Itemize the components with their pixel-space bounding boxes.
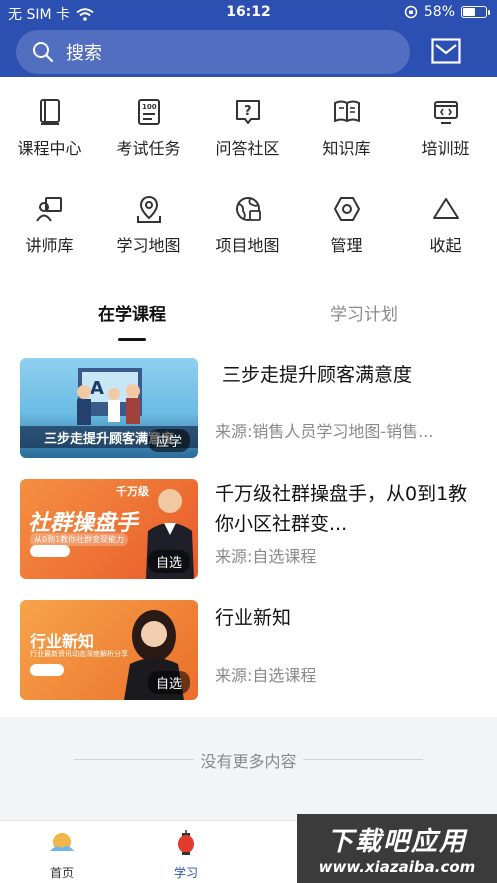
- grid-item-knowledge-base[interactable]: 知识库: [297, 77, 396, 167]
- battery-percent: 58%: [423, 4, 455, 20]
- list-end-indicator: 没有更多内容: [0, 717, 497, 802]
- search-bar[interactable]: 搜索: [16, 30, 410, 74]
- course-title: 行业新知: [215, 607, 292, 629]
- course-title: 千万级社群操盘手，从0到1教你小区社群变...: [215, 483, 468, 535]
- course-thumbnail: 行业新知 行业最新资讯动态深度解析分享 自选: [20, 600, 198, 700]
- grid-item-training-class[interactable]: 培训班: [396, 77, 495, 167]
- course-tabs: 在学课程 学习计划: [0, 300, 497, 350]
- watermark-main: 下载吧应用: [326, 827, 467, 857]
- grid-item-label: 学习地图: [116, 236, 181, 255]
- grid-item-project-map[interactable]: 项目地图: [198, 174, 297, 264]
- tab-studying[interactable]: 在学课程: [8, 300, 256, 325]
- grid-item-course-center[interactable]: 课程中心: [0, 77, 99, 167]
- tab-home-label: 首页: [49, 866, 74, 880]
- globe-icon: [235, 197, 261, 221]
- tab-study[interactable]: 学习: [156, 829, 216, 881]
- course-source: 来源:自选课程: [215, 547, 317, 566]
- thumbnail-tag: 从0到1教你社群变现能力: [30, 533, 129, 546]
- tab-study-label: 学习: [173, 866, 198, 880]
- lecturer-icon: [35, 197, 62, 222]
- watermark-logo: 下载吧应用 www.xiazaiba.com: [297, 814, 497, 883]
- grid-item-label: 课程中心: [17, 139, 82, 158]
- question-icon: ?: [235, 100, 260, 124]
- exam-icon: 100: [137, 99, 160, 125]
- orientation-lock-icon: [404, 5, 418, 19]
- grid-item-label: 培训班: [421, 139, 470, 158]
- grid-item-label: 管理: [330, 236, 363, 255]
- grid-item-lecturer-library[interactable]: 讲师库: [0, 174, 99, 264]
- battery-fill: [463, 8, 475, 16]
- map-pin-icon: [136, 195, 161, 223]
- course-source: 来源:销售人员学习地图-销售...: [215, 422, 434, 441]
- triangle-collapse-icon: [432, 198, 459, 219]
- course-badge: 自选: [147, 671, 190, 694]
- active-tab-indicator: [118, 338, 146, 341]
- thumbnail-tag: 行业最新资讯动态深度解析分享: [30, 650, 128, 658]
- app-header: 无 SIM 卡 16:12 58% 搜索: [0, 0, 497, 77]
- hexagon-settings-icon: [333, 197, 360, 221]
- tab-home[interactable]: 首页: [32, 829, 92, 881]
- grid-item-qa-community[interactable]: ? 问答社区: [198, 77, 297, 167]
- grid-item-label: 收起: [429, 236, 462, 255]
- search-icon: [33, 42, 54, 63]
- grid-item-label: 考试任务: [116, 139, 181, 158]
- svg-text:100: 100: [142, 103, 157, 111]
- grid-item-label: 知识库: [322, 139, 371, 158]
- no-more-text: 没有更多内容: [200, 752, 297, 771]
- watermark-url: www.xiazaiba.com: [318, 858, 476, 876]
- svg-text:A: A: [90, 378, 104, 399]
- main-panel: 课程中心 100 考试任务 ? 问答社区 知识库 培训班 讲师库 学习地图 项目…: [0, 77, 497, 717]
- grid-item-label: 项目地图: [215, 236, 280, 255]
- course-item[interactable]: 千万级 社群操盘手 从0到1教你社群变现能力 自选 千万级社群操盘手，从0到1教…: [0, 479, 497, 589]
- svg-text:?: ?: [244, 104, 252, 119]
- book-icon: [39, 99, 60, 125]
- home-icon: [50, 833, 74, 851]
- course-source: 来源:自选课程: [215, 666, 317, 685]
- grid-item-label: 问答社区: [215, 139, 280, 158]
- mail-icon[interactable]: [431, 38, 461, 64]
- course-item[interactable]: A 三步走提升顾客满意度 应学 三步走提升顾客满意度 来源:销售人员学习地图-销…: [0, 358, 497, 468]
- tab-study-plan[interactable]: 学习计划: [240, 300, 488, 325]
- course-thumbnail: A 三步走提升顾客满意度 应学: [20, 358, 198, 458]
- open-book-icon: [333, 100, 360, 122]
- battery-icon: [461, 6, 490, 18]
- grid-item-collapse[interactable]: 收起: [396, 174, 495, 264]
- lantern-icon: [178, 830, 194, 855]
- divider-line: [303, 759, 423, 760]
- course-badge: 自选: [147, 550, 190, 573]
- course-item[interactable]: 行业新知 行业最新资讯动态深度解析分享 自选 行业新知 来源:自选课程: [0, 600, 497, 710]
- status-bar: 无 SIM 卡 16:12 58%: [0, 0, 497, 26]
- course-title: 三步走提升顾客满意度: [222, 364, 413, 386]
- search-placeholder: 搜索: [66, 43, 102, 64]
- thumbnail-subtitle: 千万级: [116, 485, 149, 498]
- course-badge: 应学: [147, 429, 190, 452]
- grid-item-exam-tasks[interactable]: 100 考试任务: [99, 77, 198, 167]
- grid-item-label: 讲师库: [25, 236, 74, 255]
- course-thumbnail: 千万级 社群操盘手 从0到1教你社群变现能力 自选: [20, 479, 198, 579]
- training-icon: [433, 101, 458, 124]
- grid-item-manage[interactable]: 管理: [297, 174, 396, 264]
- grid-item-learning-map[interactable]: 学习地图: [99, 174, 198, 264]
